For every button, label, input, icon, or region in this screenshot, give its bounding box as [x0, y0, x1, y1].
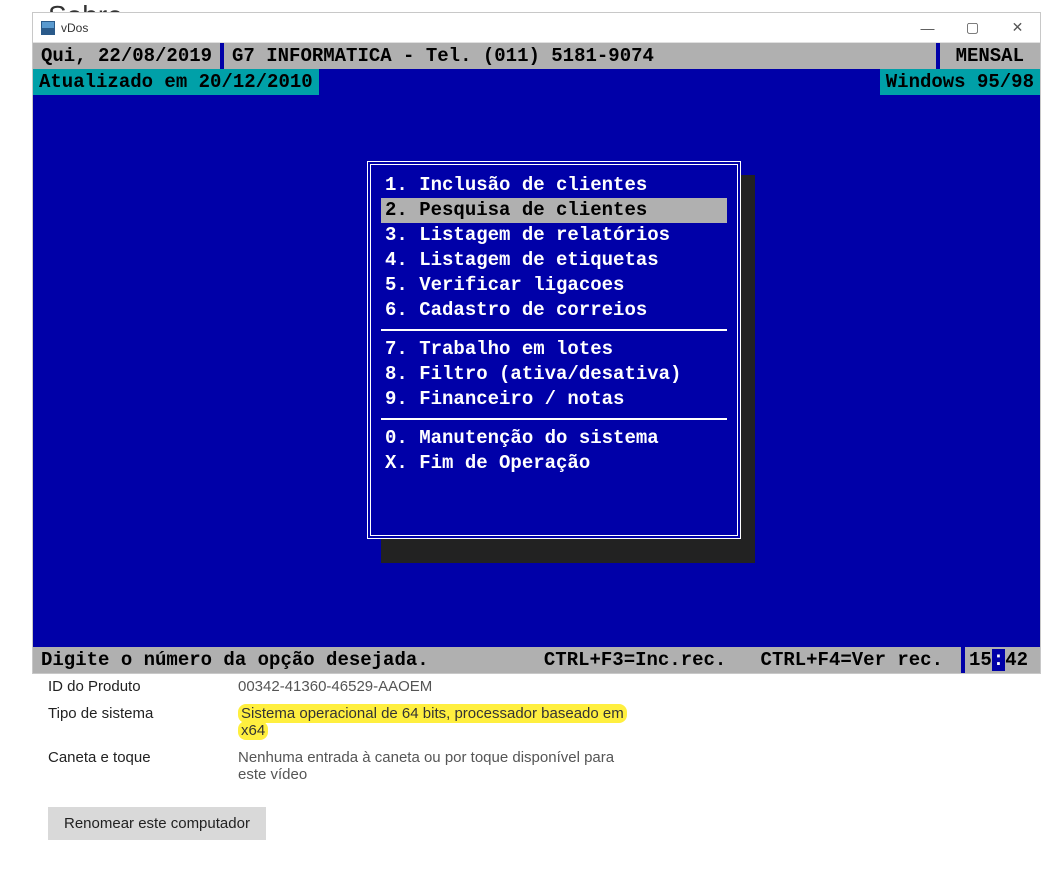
menu-item-3[interactable]: 3. Listagem de relatórios: [371, 223, 737, 248]
info-row: Tipo de sistemaSistema operacional de 64…: [48, 705, 1043, 739]
menu-separator: [381, 329, 727, 331]
menu-item-2[interactable]: 2. Pesquisa de clientes: [381, 198, 727, 223]
rename-computer-button[interactable]: Renomear este computador: [48, 807, 266, 840]
highlighted-text: Sistema operacional de 64 bits, processa…: [238, 704, 627, 740]
titlebar-left: vDos: [33, 21, 88, 35]
info-label: ID do Produto: [48, 678, 238, 695]
menu-item-7[interactable]: 7. Trabalho em lotes: [371, 337, 737, 362]
menu-item-8[interactable]: 8. Filtro (ativa/desativa): [371, 362, 737, 387]
main-menu: 1. Inclusão de clientes2. Pesquisa de cl…: [367, 161, 741, 539]
window-title: vDos: [61, 21, 88, 35]
dos-company: G7 INFORMATICA - Tel. (011) 5181-9074: [224, 44, 936, 69]
menu-item-0[interactable]: 0. Manutenção do sistema: [371, 426, 737, 451]
dos-screen[interactable]: Qui, 22/08/2019 G7 INFORMATICA - Tel. (0…: [33, 43, 1040, 673]
info-value: Sistema operacional de 64 bits, processa…: [238, 705, 638, 739]
hint-ver-rec: CTRL+F4=Ver rec.: [761, 649, 943, 671]
maximize-button[interactable]: ▢: [950, 13, 995, 43]
dos-updated: Atualizado em 20/12/2010: [33, 69, 319, 95]
dos-date: Qui, 22/08/2019: [33, 44, 220, 69]
dos-time: 15:42: [965, 648, 1032, 673]
menu-item-5[interactable]: 5. Verificar ligacoes: [371, 273, 737, 298]
menu-item-x[interactable]: X. Fim de Operação: [371, 451, 737, 476]
dos-os: Windows 95/98: [880, 69, 1040, 95]
vdos-window: vDos — ▢ ✕ Qui, 22/08/2019 G7 INFORMATIC…: [32, 12, 1041, 674]
dos-secondbar: Atualizado em 20/12/2010 Windows 95/98: [33, 69, 1040, 95]
dos-bottombar: Digite o número da opção desejada. CTRL+…: [33, 647, 1040, 673]
info-row: ID do Produto00342-41360-46529-AAOEM: [48, 678, 1043, 695]
close-button[interactable]: ✕: [995, 13, 1040, 43]
info-label: Tipo de sistema: [48, 705, 238, 722]
info-label: Caneta e toque: [48, 749, 238, 766]
info-row: Caneta e toqueNenhuma entrada à caneta o…: [48, 749, 1043, 783]
dos-topbar: Qui, 22/08/2019 G7 INFORMATICA - Tel. (0…: [33, 43, 1040, 69]
menu-item-1[interactable]: 1. Inclusão de clientes: [371, 173, 737, 198]
menu-separator: [381, 418, 727, 420]
window-controls: — ▢ ✕: [905, 13, 1040, 43]
info-value: Nenhuma entrada à caneta ou por toque di…: [238, 749, 638, 783]
dos-prompt: Digite o número da opção desejada.: [41, 648, 429, 673]
menu-item-9[interactable]: 9. Financeiro / notas: [371, 387, 737, 412]
titlebar[interactable]: vDos — ▢ ✕: [33, 13, 1040, 43]
dos-hints: CTRL+F3=Inc.rec. CTRL+F4=Ver rec.: [429, 623, 961, 674]
minimize-button[interactable]: —: [905, 13, 950, 43]
menu-item-6[interactable]: 6. Cadastro de correios: [371, 298, 737, 323]
dos-mode: MENSAL: [940, 44, 1040, 69]
hint-inc-rec: CTRL+F3=Inc.rec.: [544, 649, 726, 671]
app-icon: [41, 21, 55, 35]
system-info-section: ID do Produto00342-41360-46529-AAOEMTipo…: [48, 678, 1043, 840]
info-value: 00342-41360-46529-AAOEM: [238, 678, 638, 695]
menu-item-4[interactable]: 4. Listagem de etiquetas: [371, 248, 737, 273]
